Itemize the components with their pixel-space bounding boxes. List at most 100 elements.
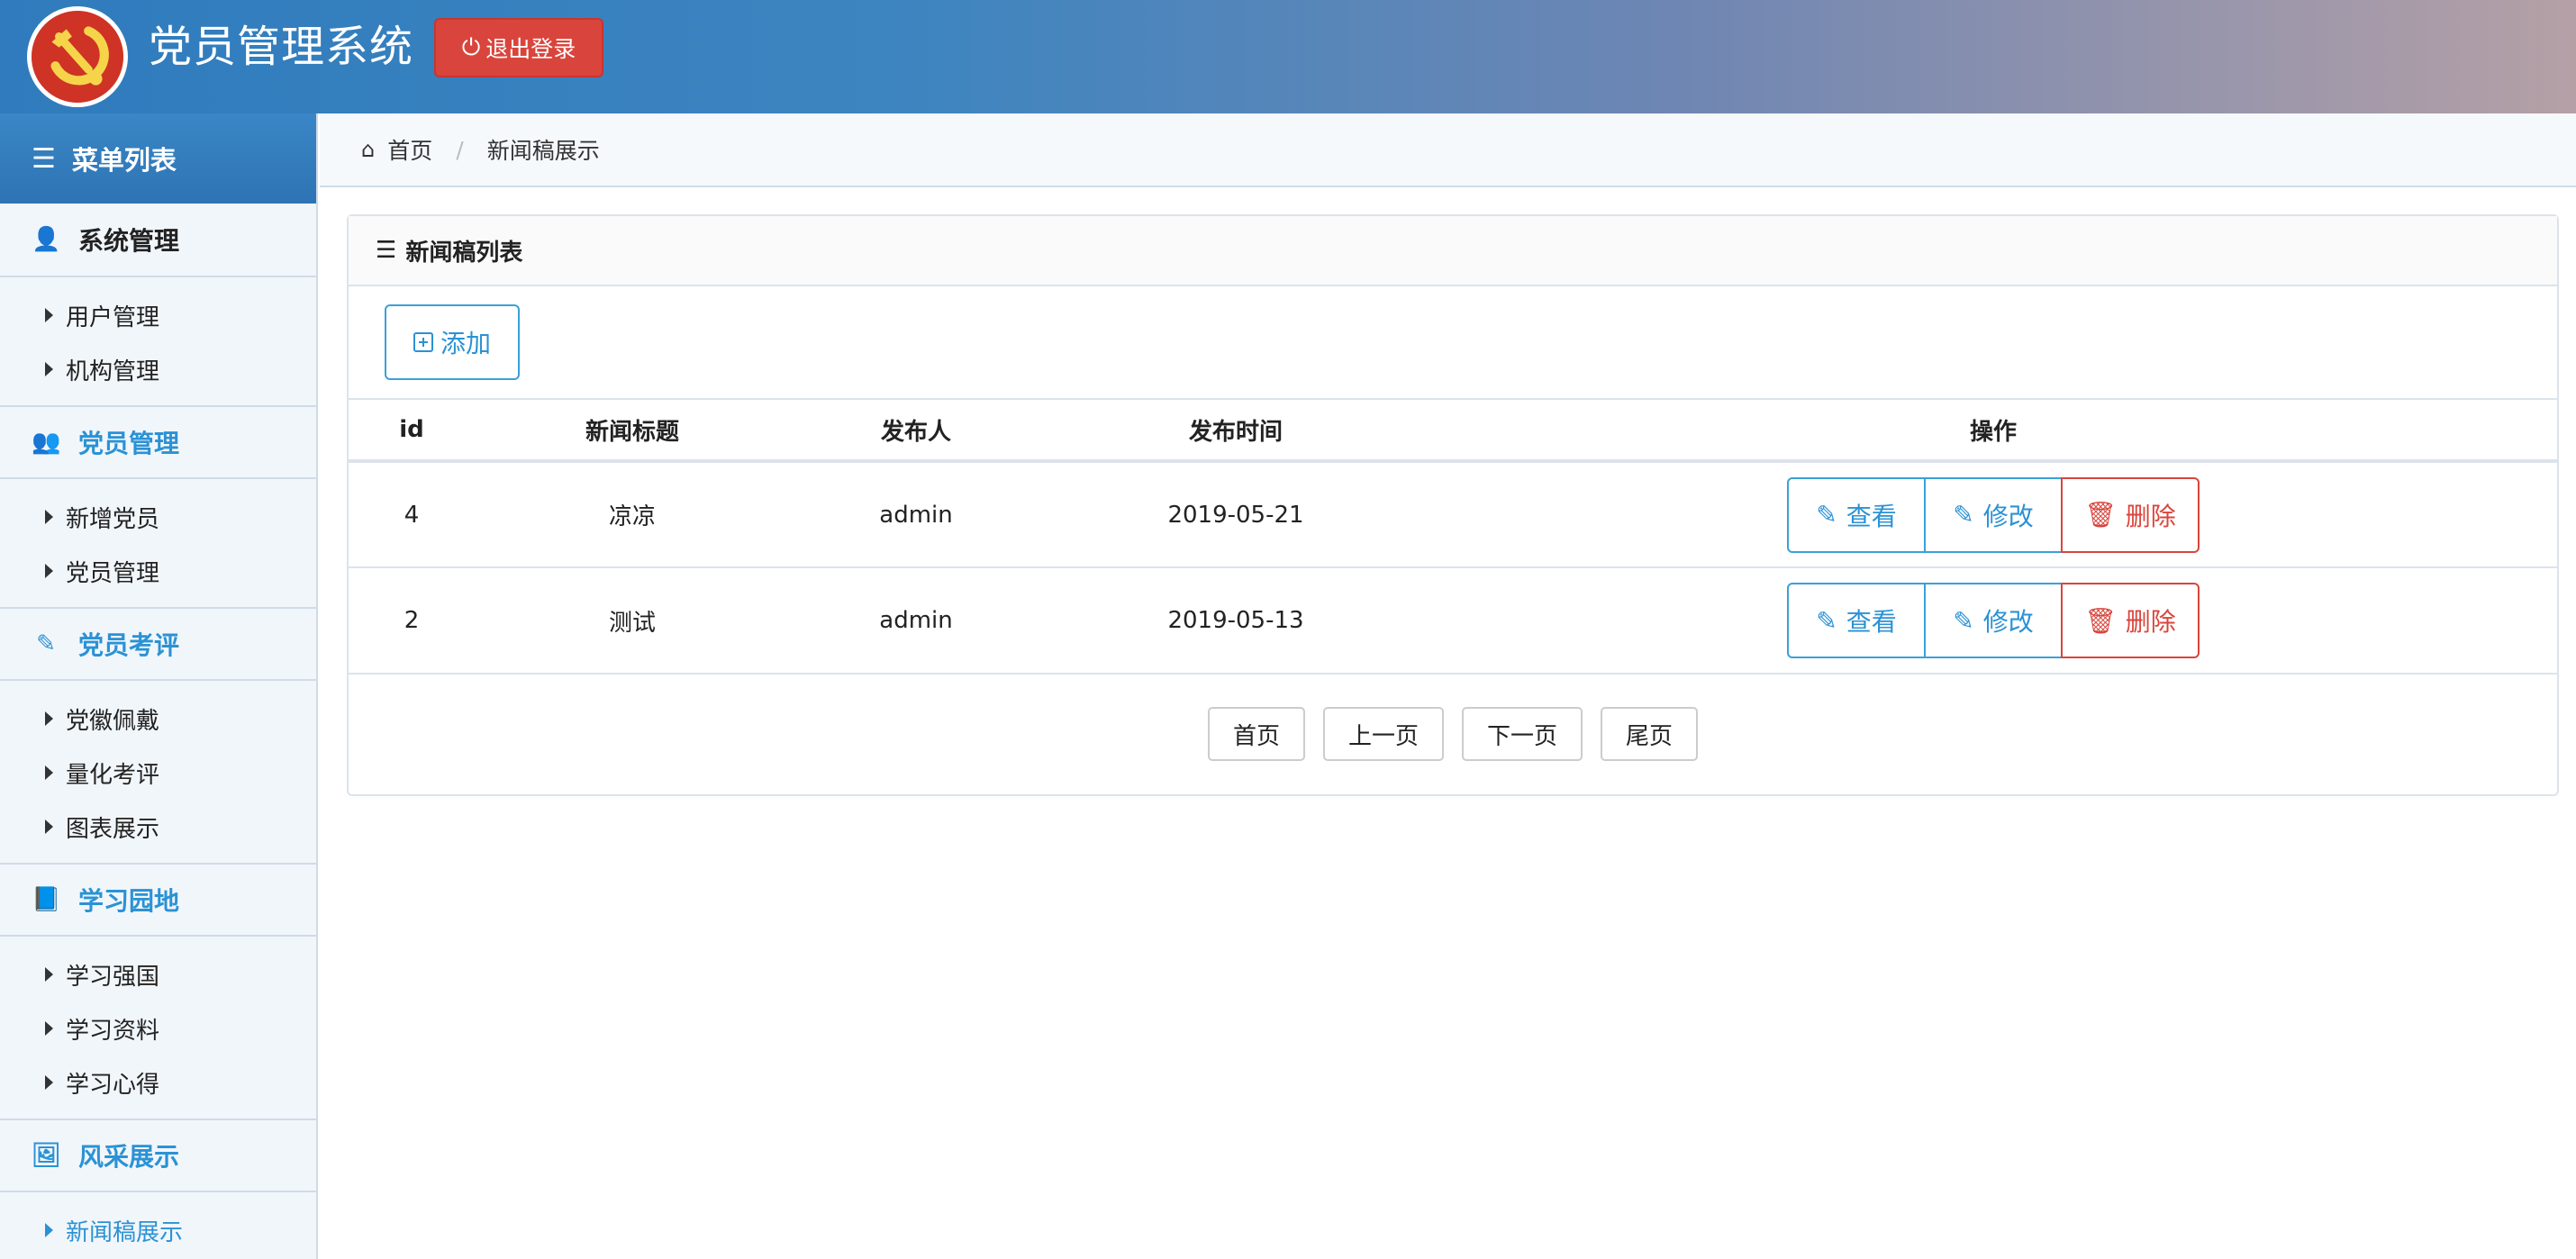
users-icon: 👥: [32, 429, 61, 456]
add-button[interactable]: 添加: [385, 304, 520, 380]
cell-title: 测试: [475, 567, 790, 675]
view-button[interactable]: ✎ 查看: [1787, 476, 1926, 553]
cell-title: 凉凉: [475, 461, 790, 568]
delete-button[interactable]: 🗑 删除: [2061, 583, 2200, 658]
sidebar-item-badge[interactable]: 党徽佩戴: [0, 692, 316, 746]
group-label: 学习园地: [78, 886, 180, 916]
delete-label: 删除: [2125, 501, 2176, 531]
sidebar-item-add-member[interactable]: 新增党员: [0, 490, 316, 544]
sub-list-evaluation: 党徽佩戴 量化考评 图表展示: [0, 681, 316, 863]
item-label: 学习心得: [66, 1071, 160, 1099]
sidebar-group-showcase[interactable]: 🖼 风采展示: [0, 1119, 316, 1192]
edit-button[interactable]: ✎ 修改: [1924, 583, 2063, 658]
view-label: 查看: [1846, 501, 1897, 531]
item-label: 党员管理: [66, 559, 160, 587]
breadcrumb-separator: /: [456, 136, 464, 163]
sidebar-group-study[interactable]: 📘 学习园地: [0, 863, 316, 937]
edit-icon: ✎: [1816, 605, 1837, 636]
caret-right-icon: [45, 711, 53, 726]
edit-icon: ✎: [1816, 500, 1837, 530]
sidebar-item-notes[interactable]: 学习心得: [0, 1055, 316, 1110]
item-label: 新闻稿展示: [66, 1218, 184, 1246]
next-page-button[interactable]: 下一页: [1462, 707, 1583, 761]
sidebar-item-chart[interactable]: 图表展示: [0, 800, 316, 854]
power-icon: ⏻: [461, 33, 481, 61]
column-header-publisher: 发布人: [790, 400, 1042, 463]
sub-list-member: 新增党员 党员管理: [0, 479, 316, 607]
caret-right-icon: [45, 1223, 53, 1237]
view-button[interactable]: ✎ 查看: [1787, 583, 1926, 658]
cell-actions: ✎ 查看 ✎ 修改 🗑 删除: [1429, 461, 2557, 568]
top-header: 党员管理系统 ⏻ 退出登录: [0, 0, 2576, 113]
caret-right-icon: [45, 362, 53, 376]
caret-right-icon: [45, 967, 53, 982]
logout-label: 退出登录: [485, 36, 576, 62]
sidebar-item-quant-eval[interactable]: 量化考评: [0, 746, 316, 800]
delete-button[interactable]: 🗑 删除: [2061, 476, 2200, 553]
group-label: 党员考评: [78, 630, 180, 660]
sidebar-item-xuexi[interactable]: 学习强国: [0, 947, 316, 1001]
last-page-button[interactable]: 尾页: [1601, 707, 1699, 761]
item-label: 图表展示: [66, 815, 160, 843]
group-label: 系统管理: [78, 226, 180, 256]
image-icon: 🖼: [32, 1142, 62, 1169]
add-label: 添加: [440, 329, 491, 358]
trash-icon: 🗑: [2084, 500, 2117, 530]
column-header-title: 新闻标题: [475, 400, 790, 463]
caret-right-icon: [45, 510, 53, 524]
column-header-id: id: [349, 400, 475, 463]
group-label: 党员管理: [78, 429, 180, 458]
row-action-group: ✎ 查看 ✎ 修改 🗑 删除: [1787, 583, 2200, 658]
column-header-actions: 操作: [1429, 400, 2557, 463]
caret-right-icon: [45, 564, 53, 578]
sidebar-group-member[interactable]: 👥 党员管理: [0, 405, 316, 479]
edit-icon: ✎: [1953, 500, 1974, 530]
item-label: 学习强国: [66, 963, 160, 991]
sidebar-item-org-manage[interactable]: 机构管理: [0, 342, 316, 396]
item-label: 用户管理: [66, 303, 160, 331]
cell-id: 2: [349, 567, 475, 675]
breadcrumb: ⌂ 首页 / 新闻稿展示: [320, 113, 2576, 187]
edit-label: 修改: [1982, 607, 2034, 637]
view-label: 查看: [1846, 607, 1897, 637]
news-table: id 新闻标题 发布人 发布时间 操作 4 凉凉 admin 2019-05-2…: [349, 400, 2557, 675]
panel-title: 新闻稿列表: [405, 239, 523, 267]
cell-id: 4: [349, 461, 475, 568]
item-label: 学习资料: [66, 1017, 160, 1045]
column-header-time: 发布时间: [1042, 400, 1429, 463]
caret-right-icon: [45, 1021, 53, 1036]
sidebar-item-materials[interactable]: 学习资料: [0, 1001, 316, 1055]
edit-icon: ✎: [1953, 605, 1974, 636]
item-label: 机构管理: [66, 358, 160, 385]
caret-right-icon: [45, 820, 53, 834]
table-header-row: id 新闻标题 发布人 发布时间 操作: [349, 400, 2557, 463]
menu-title: 菜单列表: [71, 145, 177, 176]
delete-label: 删除: [2125, 607, 2176, 637]
sidebar: ☰ 菜单列表 👤 系统管理 用户管理 机构管理 👥 党员管理 新增党员 党员管理…: [0, 113, 318, 1259]
item-label: 党徽佩戴: [66, 707, 160, 735]
logout-button[interactable]: ⏻ 退出登录: [434, 18, 603, 77]
cell-actions: ✎ 查看 ✎ 修改 🗑 删除: [1429, 567, 2557, 675]
news-list-panel: ☰ 新闻稿列表 添加 id 新闻标题 发布人 发布时间 操作 4 凉凉 admi…: [347, 214, 2559, 796]
bars-icon: ☰: [376, 237, 397, 264]
panel-toolbar: 添加: [349, 286, 2557, 400]
table-row: 2 测试 admin 2019-05-13 ✎ 查看 ✎ 修改 🗑 删除: [349, 567, 2557, 675]
sidebar-group-evaluation[interactable]: ✎ 党员考评: [0, 607, 316, 681]
prev-page-button[interactable]: 上一页: [1322, 707, 1444, 761]
sub-list-system: 用户管理 机构管理: [0, 277, 316, 405]
edit-button[interactable]: ✎ 修改: [1924, 476, 2063, 553]
sidebar-item-member-manage[interactable]: 党员管理: [0, 544, 316, 598]
cell-time: 2019-05-13: [1042, 567, 1429, 675]
sidebar-item-user-manage[interactable]: 用户管理: [0, 288, 316, 342]
breadcrumb-home[interactable]: 首页: [387, 133, 432, 166]
app-title: 党员管理系统: [149, 22, 414, 72]
cell-publisher: admin: [790, 461, 1042, 568]
cell-time: 2019-05-21: [1042, 461, 1429, 568]
sidebar-item-news[interactable]: 新闻稿展示: [0, 1203, 316, 1257]
caret-right-icon: [45, 1075, 53, 1090]
caret-right-icon: [45, 308, 53, 322]
first-page-button[interactable]: 首页: [1207, 707, 1305, 761]
sidebar-group-system[interactable]: 👤 系统管理: [0, 204, 316, 277]
sub-list-showcase: 新闻稿展示: [0, 1192, 316, 1259]
pagination: 首页 上一页 下一页 尾页: [349, 675, 2557, 761]
